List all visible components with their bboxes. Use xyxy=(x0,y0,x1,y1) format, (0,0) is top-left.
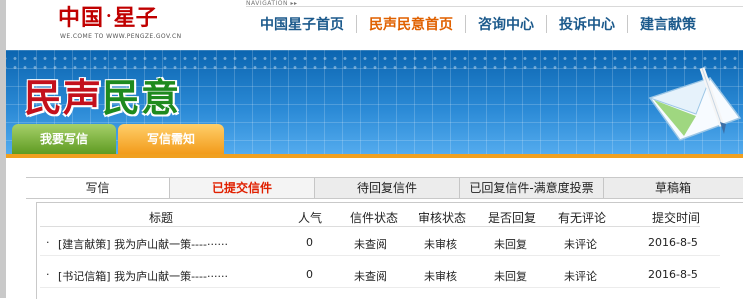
header-replied: 是否回复 xyxy=(488,211,537,225)
header-submit-time: 提交时间 xyxy=(652,211,701,225)
row-reply-status: 未回复 xyxy=(494,270,527,283)
navigation-rule xyxy=(246,6,743,7)
banner-title-part1: 民声 xyxy=(24,75,103,120)
table-row[interactable]: · [书记信箱] 我为庐山献一策----······ 0 未查阅 未审核 未回复… xyxy=(36,266,743,286)
tab-submitted[interactable]: 已提交信件 xyxy=(170,178,315,198)
nav-complaint-center[interactable]: 投诉中心 xyxy=(547,14,627,34)
tab-write[interactable]: 写信 xyxy=(26,178,170,198)
row-divider xyxy=(40,287,720,288)
logo-text-right: 星子 xyxy=(113,5,158,31)
envelope-pen-icon xyxy=(648,67,742,141)
row-submit-date: 2016-8-5 xyxy=(648,236,698,249)
nav-consult-center[interactable]: 咨询中心 xyxy=(466,14,546,34)
table-header: 标题 人气 信件状态 审核状态 是否回复 有无评论 提交时间 xyxy=(36,207,743,227)
nav-home[interactable]: 中国星子首页 xyxy=(248,14,356,34)
row-submit-date: 2016-8-5 xyxy=(648,268,698,281)
row-review-status: 未审核 xyxy=(424,270,457,283)
header-title: 标题 xyxy=(149,211,174,225)
site-logo[interactable]: 中国 ·星子 xyxy=(58,0,158,32)
main-navigation: 中国星子首页 民声民意首页 咨询中心 投诉中心 建言献策 xyxy=(248,14,708,34)
header-divider xyxy=(40,226,700,227)
top-header: 中国 ·星子 WE.COME TO WWW.PENGZE.GOV.CN NAVIG… xyxy=(0,0,743,50)
row-comment-status: 未评论 xyxy=(564,270,597,283)
row-popularity: 0 xyxy=(306,268,313,281)
header-letter-status: 信件状态 xyxy=(350,211,399,225)
header-popularity: 人气 xyxy=(298,211,323,225)
banner-accent-line xyxy=(0,154,743,158)
banner-tabs: 我要写信 写信需知 xyxy=(12,124,226,154)
left-border xyxy=(0,0,6,298)
row-review-status: 未审核 xyxy=(424,238,457,251)
tab-drafts[interactable]: 草稿箱 xyxy=(604,178,742,198)
header-review-status: 审核状态 xyxy=(418,211,467,225)
row-popularity: 0 xyxy=(306,236,313,249)
nav-suggestions[interactable]: 建言献策 xyxy=(628,14,708,34)
tab-replied-vote[interactable]: 已回复信件-满意度投票 xyxy=(460,178,604,198)
row-letter-status: 未查阅 xyxy=(354,238,387,251)
row-comment-status: 未评论 xyxy=(564,238,597,251)
banner-title: 民声民意 xyxy=(24,67,180,122)
section-banner: 民声民意 我要写信 写信需知 xyxy=(0,50,743,158)
row-title-link[interactable]: [书记信箱] 我为庐山献一策----······ xyxy=(58,268,228,284)
row-bullet: · xyxy=(46,268,50,281)
logo-text-left: 中国 xyxy=(58,5,105,31)
row-divider xyxy=(40,255,720,256)
letter-tabs: 写信 已提交信件 待回复信件 已回复信件-满意度投票 草稿箱 xyxy=(26,177,743,199)
row-reply-status: 未回复 xyxy=(494,238,527,251)
table-row[interactable]: · [建言献策] 我为庐山献一策----······ 0 未查阅 未审核 未回复… xyxy=(36,234,743,254)
tab-pending-reply[interactable]: 待回复信件 xyxy=(315,178,460,198)
row-bullet: · xyxy=(46,236,50,249)
nav-minsheng-home[interactable]: 民声民意首页 xyxy=(357,14,465,34)
logo-subtitle: WE.COME TO WWW.PENGZE.GOV.CN xyxy=(60,33,182,40)
row-letter-status: 未查阅 xyxy=(354,270,387,283)
writing-notice-tab[interactable]: 写信需知 xyxy=(118,124,224,154)
header-has-comment: 有无评论 xyxy=(558,211,607,225)
write-letter-tab[interactable]: 我要写信 xyxy=(12,124,116,154)
row-title-link[interactable]: [建言献策] 我为庐山献一策----······ xyxy=(58,236,228,252)
banner-title-part2: 民意 xyxy=(102,75,181,120)
logo-dot: · xyxy=(106,6,112,25)
